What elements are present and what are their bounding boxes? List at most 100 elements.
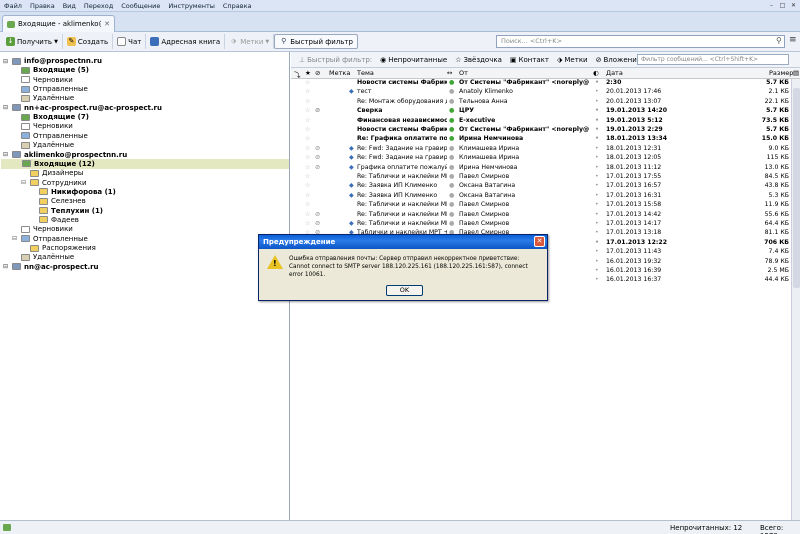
table-row[interactable]: ☆ Re: Таблички и наклейки МРТ ...● Павел С… — [291, 201, 791, 210]
star-toggle-icon[interactable]: ☆ — [305, 107, 311, 114]
star-toggle-icon[interactable]: ☆ — [305, 220, 311, 227]
read-toggle-icon[interactable]: • — [595, 98, 601, 105]
unread-dot-icon[interactable]: ● — [449, 154, 455, 161]
folder-item[interactable]: ⊟ nn@ac-prospect.ru — [0, 262, 99, 272]
close-window-icon[interactable]: ✕ — [789, 1, 798, 10]
read-toggle-icon[interactable]: • — [595, 117, 601, 124]
star-toggle-icon[interactable]: ☆ — [305, 201, 311, 208]
star-column-icon[interactable]: ★ — [305, 69, 311, 77]
read-toggle-icon[interactable]: • — [595, 267, 601, 274]
unread-dot-icon[interactable]: ● — [449, 164, 455, 171]
expand-toggle-icon[interactable]: ⊟ — [3, 263, 9, 270]
column-subject[interactable]: Тема — [357, 69, 374, 77]
thread-column-icon[interactable]: ⤵ — [294, 69, 301, 79]
write-button[interactable]: ✎ Создать — [63, 34, 114, 49]
expand-toggle-icon[interactable]: ⊟ — [3, 151, 9, 158]
read-toggle-icon[interactable]: • — [595, 229, 601, 236]
menu-item[interactable]: Вид — [63, 2, 76, 10]
table-row[interactable]: ☆ ⊘ ◆Re: Fwd: Задание на гравиров...● Клима… — [291, 145, 791, 154]
quick-filter-button[interactable]: ⚲ Быстрый фильтр — [274, 34, 358, 49]
read-toggle-icon[interactable]: • — [595, 276, 601, 283]
tab-close-icon[interactable]: ✕ — [104, 20, 110, 28]
star-toggle-icon[interactable]: ☆ — [305, 126, 311, 133]
read-toggle-icon[interactable]: • — [595, 135, 601, 142]
filter-unread-button[interactable]: ◉ Непрочитанные — [380, 56, 447, 64]
unread-dot-icon[interactable]: ● — [449, 135, 455, 142]
column-tags[interactable]: Метка — [329, 69, 350, 77]
star-toggle-icon[interactable]: ☆ — [305, 79, 311, 86]
star-toggle-icon[interactable]: ☆ — [305, 145, 311, 152]
menu-item[interactable]: Инструменты — [168, 2, 215, 10]
table-row[interactable]: ☆ Новости системы Фабрика...● От Системы "… — [291, 79, 791, 88]
unread-dot-icon[interactable]: ● — [449, 192, 455, 199]
tab-inbox[interactable]: Входящие - aklimenko@prospec... ✕ — [2, 15, 115, 32]
expand-toggle-icon[interactable]: ⊟ — [21, 179, 27, 186]
read-toggle-icon[interactable]: • — [595, 182, 601, 189]
message-list-scrollbar[interactable] — [791, 79, 800, 520]
table-row[interactable]: ☆ Re: Графика оплатите по... ● Ирина Немчин… — [291, 135, 791, 144]
read-toggle-icon[interactable]: • — [595, 239, 601, 246]
search-icon[interactable]: ⚲ — [776, 36, 782, 45]
address-book-button[interactable]: Адресная книга — [146, 34, 226, 49]
chat-button[interactable]: Чат — [113, 34, 147, 49]
expand-toggle-icon[interactable]: ⊟ — [3, 58, 9, 65]
filter-contact-button[interactable]: ▣ Контакт — [510, 56, 549, 64]
unread-dot-icon[interactable]: ● — [449, 88, 455, 95]
dialog-close-icon[interactable]: ✕ — [534, 236, 545, 247]
unread-dot-icon[interactable]: ● — [449, 220, 455, 227]
menu-item[interactable]: Правка — [30, 2, 55, 10]
table-row[interactable]: ☆ ⊘ ◆Re: Таблички и наклейки МРТ ...● Павел… — [291, 220, 791, 229]
tags-button[interactable]: ⬗ Метки ▼ — [225, 34, 275, 49]
table-row[interactable]: ☆ Новости системы Фабрика...● От Системы "… — [291, 126, 791, 135]
unread-dot-icon[interactable]: ● — [449, 182, 455, 189]
star-toggle-icon[interactable]: ☆ — [305, 117, 311, 124]
unread-dot-icon[interactable]: ● — [449, 211, 455, 218]
menu-item[interactable]: Справка — [223, 2, 252, 10]
star-toggle-icon[interactable]: ☆ — [305, 135, 311, 142]
star-toggle-icon[interactable]: ☆ — [305, 154, 311, 161]
menu-item[interactable]: Сообщение — [121, 2, 160, 10]
read-toggle-icon[interactable]: • — [595, 211, 601, 218]
star-toggle-icon[interactable]: ☆ — [305, 164, 311, 171]
table-row[interactable]: ☆ ⊘ ◆Re: Fwd: Задание на гравиров...● Клима… — [291, 154, 791, 163]
column-picker-icon[interactable]: ▤ — [793, 69, 799, 77]
table-row[interactable]: ☆ ⊘ Сверка ● ЦРУ • 19.01.2013 14:20 5.7 КБ — [291, 107, 791, 116]
star-toggle-icon[interactable]: ☆ — [305, 88, 311, 95]
column-from[interactable]: От — [459, 69, 468, 77]
table-row[interactable]: ☆ Re: Таблички и наклейки МРТ ...● Павел С… — [291, 173, 791, 182]
expand-toggle-icon[interactable]: ⊟ — [12, 235, 18, 242]
filter-tags-button[interactable]: ⬗ Метки — [557, 56, 588, 64]
chevron-down-icon[interactable]: ▼ — [265, 39, 269, 45]
star-toggle-icon[interactable]: ☆ — [305, 192, 311, 199]
read-toggle-icon[interactable]: • — [595, 248, 601, 255]
unread-dot-icon[interactable]: ● — [449, 145, 455, 152]
thread-status-icon[interactable]: ↔ — [447, 69, 452, 77]
menu-item[interactable]: Переход — [84, 2, 113, 10]
star-toggle-icon[interactable]: ☆ — [305, 173, 311, 180]
unread-dot-icon[interactable]: ● — [449, 107, 455, 114]
unread-dot-icon[interactable]: ● — [449, 201, 455, 208]
table-row[interactable]: ☆ ⊘ Re: Таблички и наклейки МРТ ...● Павел … — [291, 211, 791, 220]
table-row[interactable]: ☆ Финансовая независимост...● E-xecutive • 1… — [291, 117, 791, 126]
menu-item[interactable]: Файл — [4, 2, 22, 10]
read-toggle-icon[interactable]: • — [595, 258, 601, 265]
read-toggle-icon[interactable]: • — [595, 145, 601, 152]
activity-icon[interactable] — [3, 524, 11, 531]
filter-starred-button[interactable]: ☆ Звёздочка — [455, 56, 502, 64]
table-row[interactable]: ☆ ⊘ ◆Графика оплатите пожалуйст...● Ирина Н… — [291, 164, 791, 173]
unread-dot-icon[interactable]: ● — [449, 98, 455, 105]
table-row[interactable]: ☆ ◆ Re: Заявка ИП Клименко ● Оксана Ватагина… — [291, 182, 791, 191]
get-mail-button[interactable]: ↓ Получить ▼ — [2, 34, 63, 49]
read-toggle-icon[interactable]: • — [595, 154, 601, 161]
expand-toggle-icon[interactable]: ⊟ — [3, 104, 9, 111]
table-row[interactable]: ☆ Re: Монтаж оборудования дл...● Тельнова … — [291, 98, 791, 107]
read-toggle-icon[interactable]: • — [595, 173, 601, 180]
pin-icon[interactable]: ⊥ — [299, 56, 305, 64]
table-row[interactable]: ☆ ◆ тест ● Anatoly Klimenko • 20.01.2013 17:46… — [291, 88, 791, 97]
read-toggle-icon[interactable]: • — [595, 220, 601, 227]
read-toggle-icon[interactable]: • — [595, 107, 601, 114]
filter-attachments-button[interactable]: ⊘ Вложения — [596, 56, 641, 64]
message-filter-input[interactable]: Фильтр сообщений... <Ctrl+Shift+K> — [637, 54, 789, 65]
read-toggle-icon[interactable]: • — [595, 192, 601, 199]
read-toggle-icon[interactable]: • — [595, 126, 601, 133]
